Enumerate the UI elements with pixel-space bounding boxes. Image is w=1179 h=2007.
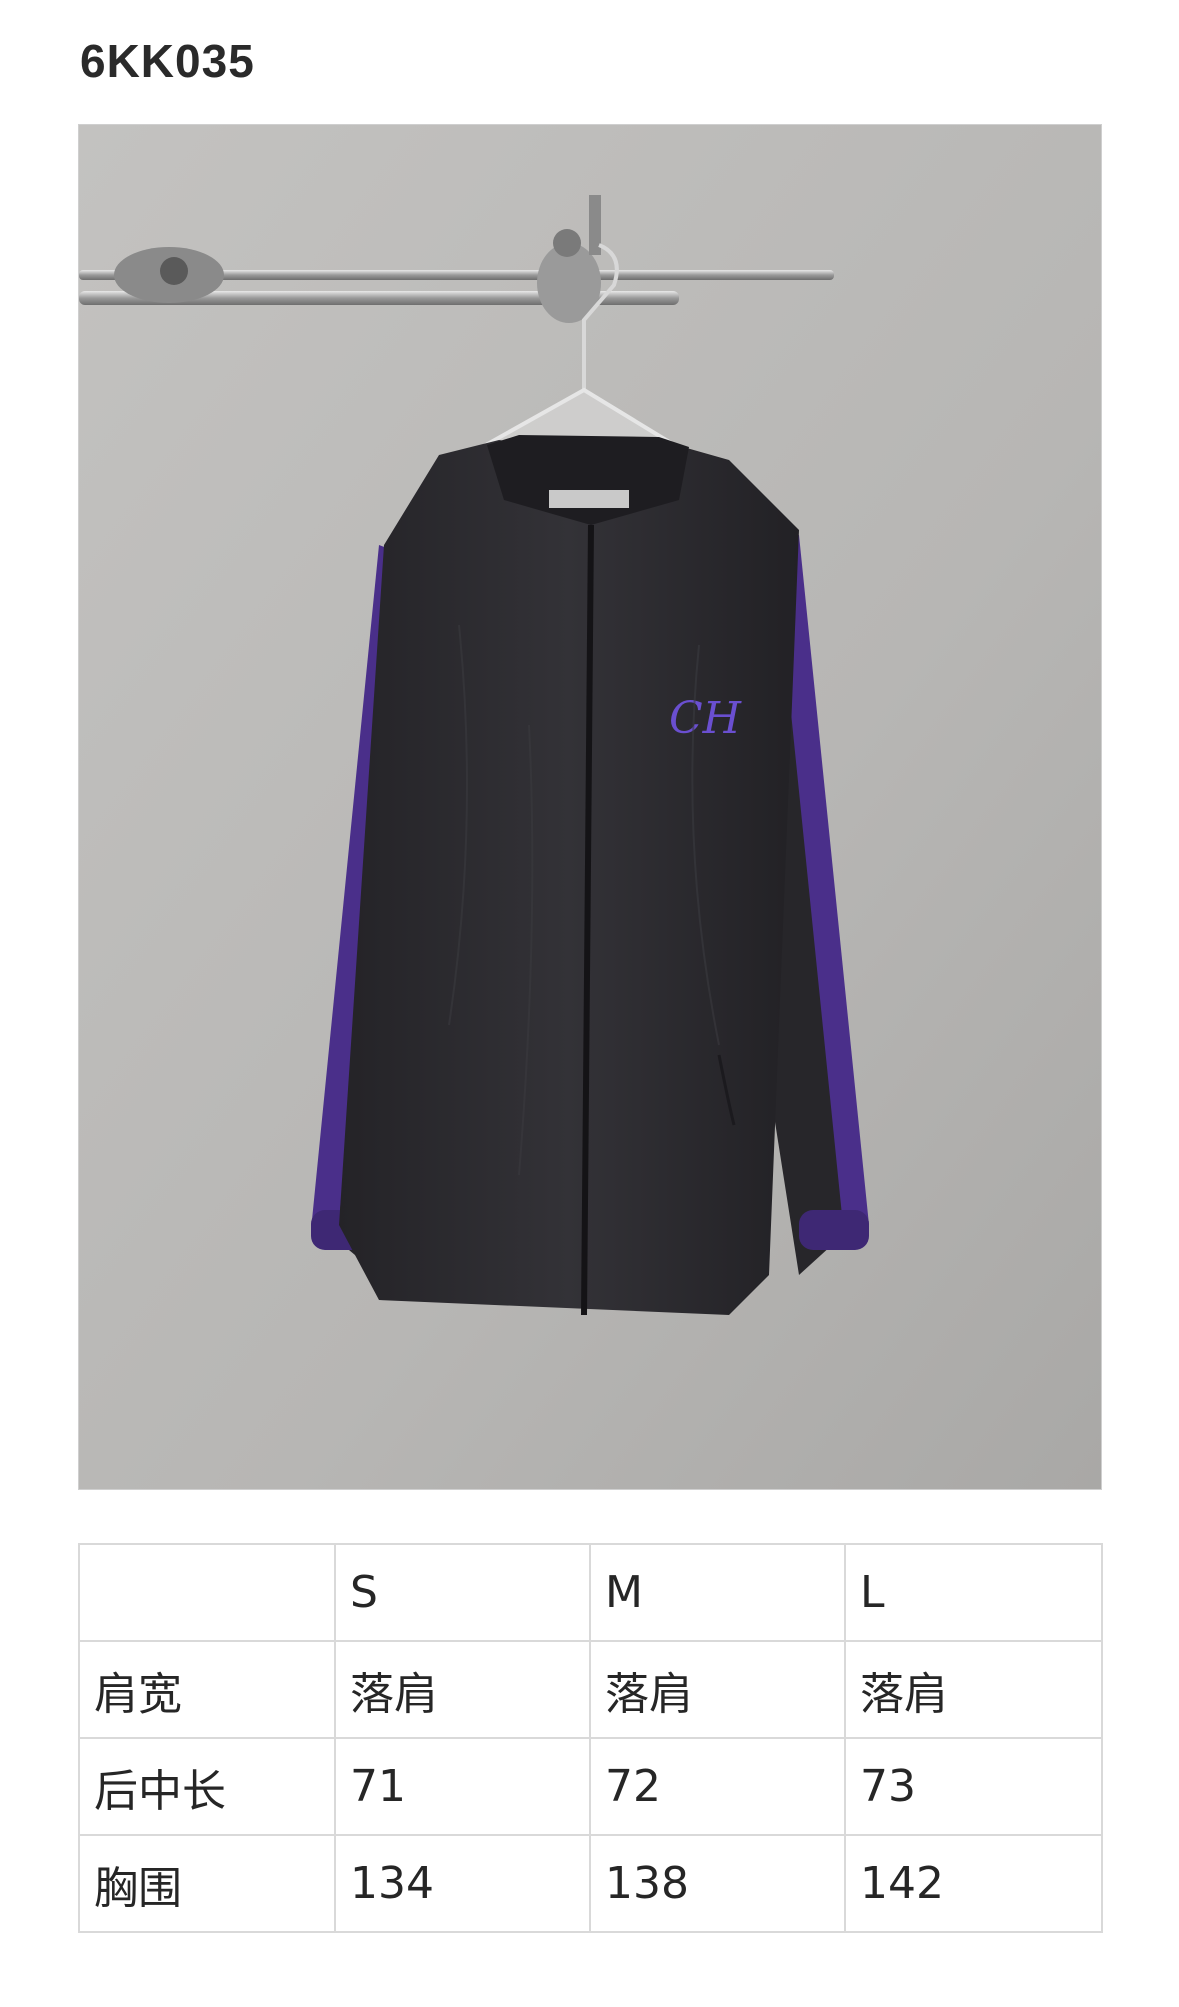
table-row: 后中长 71 72 73 [78, 1737, 1103, 1836]
header-cell [78, 1543, 336, 1642]
table-cell: 落肩 [589, 1640, 846, 1739]
table-header-row: S M L [78, 1543, 1103, 1642]
jacket-body [339, 440, 799, 1315]
brand-label [549, 490, 629, 508]
size-table: S M L 肩宽 落肩 落肩 落肩 后中长 71 72 73 胸围 134 13… [78, 1543, 1103, 1933]
row-label-chest: 胸围 [78, 1834, 336, 1933]
table-row: 肩宽 落肩 落肩 落肩 [78, 1640, 1103, 1739]
header-cell-m: M [589, 1543, 846, 1642]
row-label-shoulder: 肩宽 [78, 1640, 336, 1739]
product-code: 6KK035 [80, 35, 255, 87]
table-cell: 落肩 [844, 1640, 1103, 1739]
row-label-length: 后中长 [78, 1737, 336, 1836]
table-row: 胸围 134 138 142 [78, 1834, 1103, 1933]
table-cell: 72 [589, 1737, 846, 1836]
header-cell-s: S [334, 1543, 591, 1642]
table-cell: 73 [844, 1737, 1103, 1836]
table-cell: 138 [589, 1834, 846, 1933]
table-cell: 落肩 [334, 1640, 591, 1739]
product-photo: CH [78, 124, 1102, 1490]
table-cell: 142 [844, 1834, 1103, 1933]
chest-logo: CH [669, 693, 743, 744]
table-cell: 134 [334, 1834, 591, 1933]
table-cell: 71 [334, 1737, 591, 1836]
header-cell-l: L [844, 1543, 1103, 1642]
